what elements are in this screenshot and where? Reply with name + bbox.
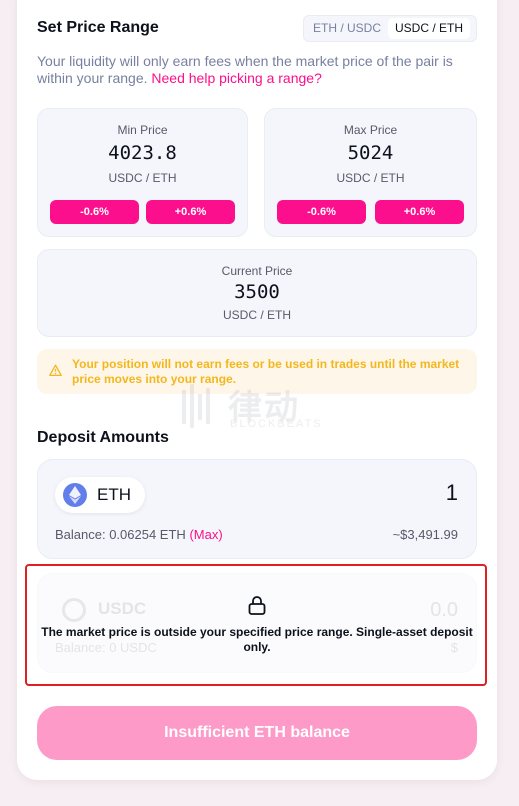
locked-message: The market price is outside your specifi…	[41, 625, 473, 654]
max-price-label: Max Price	[343, 123, 398, 137]
eth-symbol: ETH	[97, 485, 131, 504]
min-price-decrease-button[interactable]: -0.6%	[50, 200, 139, 224]
range-description: Your liquidity will only earn fees when …	[37, 53, 487, 87]
insufficient-balance-button[interactable]: Insufficient ETH balance	[37, 706, 477, 760]
min-price-unit: USDC / ETH	[108, 171, 177, 185]
max-price-value[interactable]: 5024	[265, 142, 476, 164]
max-price-decrease-button[interactable]: -0.6%	[277, 200, 366, 224]
set-price-range-title: Set Price Range	[37, 19, 159, 36]
eth-deposit-box: ETH 1 Balance: 0.06254 ETH (Max) ~$3,491…	[37, 459, 477, 559]
max-button[interactable]: (Max)	[189, 527, 222, 542]
deposit-amounts-title: Deposit Amounts	[37, 429, 169, 446]
current-price-unit: USDC / ETH	[222, 308, 291, 322]
eth-amount-input[interactable]: 1	[446, 480, 458, 506]
min-price-value[interactable]: 4023.8	[38, 142, 247, 164]
eth-balance-text: Balance: 0.06254 ETH	[55, 527, 186, 542]
max-price-box: Max Price 5024 USDC / ETH -0.6% +0.6%	[264, 108, 477, 237]
min-price-box: Min Price 4023.8 USDC / ETH -0.6% +0.6%	[37, 108, 248, 237]
eth-token-selector[interactable]: ETH	[55, 477, 145, 513]
lock-icon	[248, 596, 266, 615]
max-price-unit: USDC / ETH	[336, 171, 405, 185]
warning-icon	[49, 364, 62, 377]
price-pair-toggle[interactable]: ETH / USDC USDC / ETH	[303, 15, 477, 42]
eth-usd-value: ~$3,491.99	[392, 527, 458, 542]
current-price-value: 3500	[234, 281, 280, 303]
warning-text: Your position will not earn fees or be u…	[72, 357, 460, 386]
min-price-label: Min Price	[117, 123, 168, 137]
locked-deposit-overlay: The market price is outside your specifi…	[37, 573, 477, 673]
ethereum-icon	[63, 483, 87, 507]
help-range-link[interactable]: Need help picking a range?	[151, 70, 321, 86]
eth-balance: Balance: 0.06254 ETH (Max)	[55, 527, 223, 542]
toggle-eth-usdc[interactable]: ETH / USDC	[306, 18, 388, 39]
max-price-increase-button[interactable]: +0.6%	[375, 200, 464, 224]
current-price-box: Current Price 3500 USDC / ETH	[37, 249, 477, 337]
min-price-increase-button[interactable]: +0.6%	[146, 200, 235, 224]
current-price-label: Current Price	[221, 264, 293, 278]
out-of-range-warning: Your position will not earn fees or be u…	[37, 349, 477, 394]
toggle-usdc-eth[interactable]: USDC / ETH	[388, 18, 471, 39]
